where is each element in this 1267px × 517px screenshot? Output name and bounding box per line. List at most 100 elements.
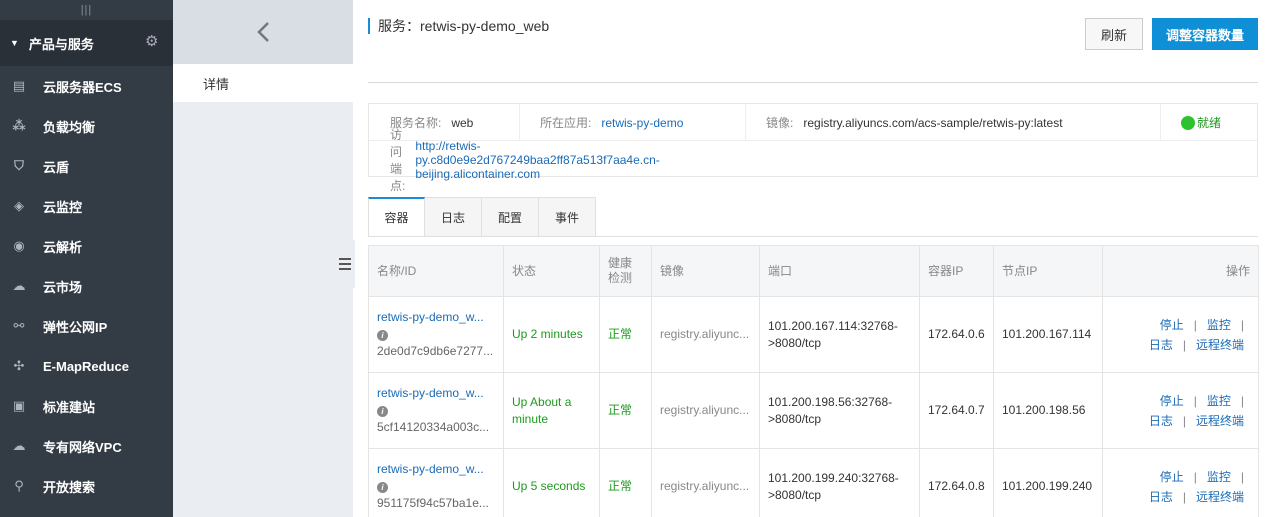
sidebar: ||| ▼ 产品与服务 ⚙ ▤ 云服务器ECS ⁂ 负载均衡 ⛉ 云盾 ◈ 云监控 ◉ 云解析 ☁ 云… (0, 0, 173, 517)
container-status: Up 5 seconds (512, 479, 586, 493)
service-name-value: web (451, 115, 474, 130)
caret-down-icon: ▼ (10, 38, 19, 48)
node-ip: 101.200.199.240 (1002, 479, 1093, 493)
sidebar-item-label: 负载均衡 (43, 119, 96, 135)
remote-terminal-link[interactable]: 远程终端 (1196, 490, 1244, 504)
subnav-collapse-toggle[interactable] (335, 240, 355, 288)
info-icon[interactable]: i (377, 482, 388, 493)
table-row: retwis-py-demo_w... i 5cf14120334a003c... U… (368, 372, 1259, 449)
menu-icon (339, 258, 351, 270)
separator: | (1193, 469, 1197, 484)
separator: | (1240, 393, 1244, 408)
container-name-cell: retwis-py-demo_w...i 2de0d7c9db6e7277... (368, 296, 504, 373)
container-name-link[interactable]: retwis-py-demo_w... (377, 461, 503, 478)
main-content: 服务：retwis-py-demo_web 刷新 调整容器数量 服务名称: we… (368, 0, 1259, 517)
node-ip-cell: 101.200.198.56 (993, 372, 1103, 449)
sidebar-item-2[interactable]: ⛉ 云盾 (0, 146, 173, 186)
sidebar-item-9[interactable]: ☁ 专有网络VPC (0, 426, 173, 466)
stop-link[interactable]: 停止 (1160, 470, 1184, 484)
image-label: 镜像: (766, 116, 794, 130)
log-link[interactable]: 日志 (1149, 414, 1173, 428)
container-name-link[interactable]: retwis-py-demo_w... (377, 385, 503, 402)
sidebar-item-0[interactable]: ▤ 云服务器ECS (0, 66, 173, 106)
separator: | (1193, 317, 1197, 332)
container-name-link[interactable]: retwis-py-demo_w... (377, 309, 503, 326)
status-cell: Up 2 minutes (503, 296, 600, 373)
health-status: 正常 (608, 327, 633, 341)
health-status: 正常 (608, 479, 633, 493)
container-status: Up About a minute (512, 394, 572, 426)
col-actions: 操作 (1102, 245, 1259, 297)
divider (368, 82, 1258, 83)
back-button[interactable] (173, 0, 353, 64)
table-header-row: 名称/ID 状态 健康检测 镜像 端口 容器IP 节点IP 操作 (368, 245, 1259, 297)
image-cell: registry.aliyunc... (651, 296, 760, 373)
tab-config[interactable]: 配置 (482, 197, 539, 237)
scale-containers-button[interactable]: 调整容器数量 (1152, 18, 1258, 50)
health-status: 正常 (608, 403, 633, 417)
container-image: registry.aliyunc... (660, 479, 750, 493)
col-name-id: 名称/ID (368, 245, 504, 297)
sidebar-item-4[interactable]: ◉ 云解析 (0, 226, 173, 266)
container-status: Up 2 minutes (512, 327, 583, 341)
tab-events[interactable]: 事件 (539, 197, 596, 237)
stop-link[interactable]: 停止 (1160, 318, 1184, 332)
load-balancer-icon: ⁂ (12, 118, 26, 133)
stop-link[interactable]: 停止 (1160, 394, 1184, 408)
image-cell: registry.aliyunc... (651, 372, 760, 449)
shield-icon: ⛉ (14, 158, 24, 173)
containers-table: 名称/ID 状态 健康检测 镜像 端口 容器IP 节点IP 操作 retwis-py-demo… (368, 245, 1259, 517)
monitor-link[interactable]: 监控 (1207, 470, 1231, 484)
col-node-ip: 节点IP (993, 245, 1103, 297)
sidebar-item-1[interactable]: ⁂ 负载均衡 (0, 106, 173, 146)
sidebar-item-10[interactable]: ⚲ 开放搜索 (0, 466, 173, 506)
sidebar-header[interactable]: ▼ 产品与服务 ⚙ (0, 20, 173, 66)
info-icon[interactable]: i (377, 406, 388, 417)
col-status: 状态 (503, 245, 600, 297)
application-label: 所在应用: (540, 116, 592, 130)
dns-icon: ◉ (13, 238, 25, 253)
endpoint-link[interactable]: http://retwis-py.c8d0e9e2d767249baa2ff87… (415, 139, 659, 181)
application-link[interactable]: retwis-py-demo (601, 116, 683, 130)
tab-containers[interactable]: 容器 (368, 197, 425, 237)
service-info-row-1: 服务名称: web 所在应用: retwis-py-demo 镜像: regis… (369, 104, 1257, 141)
gear-icon[interactable]: ⚙ (145, 34, 161, 50)
separator: | (1193, 393, 1197, 408)
sidebar-collapse-handle[interactable]: ||| (0, 0, 173, 20)
server-icon: ▤ (12, 78, 26, 93)
col-image: 镜像 (651, 245, 760, 297)
monitor-link[interactable]: 监控 (1207, 394, 1231, 408)
divider (519, 104, 520, 141)
sidebar-item-7[interactable]: ✣ E-MapReduce (0, 346, 173, 386)
status-cell: Up About a minute (503, 372, 600, 449)
table-row: retwis-py-demo_w... i 951175f94c57ba1e... U… (368, 448, 1259, 517)
cloud-vpc-icon: ☁ (12, 438, 26, 453)
monitor-link[interactable]: 监控 (1207, 318, 1231, 332)
remote-terminal-link[interactable]: 远程终端 (1196, 338, 1244, 352)
page-title: 服务：retwis-py-demo_web (368, 16, 549, 36)
refresh-button[interactable]: 刷新 (1085, 18, 1143, 50)
container-ip: 172.64.0.7 (928, 403, 985, 417)
sidebar-header-label: 产品与服务 (28, 36, 94, 52)
sidebar-item-label: 云盾 (43, 159, 70, 175)
remote-terminal-link[interactable]: 远程终端 (1196, 414, 1244, 428)
info-icon[interactable]: i (377, 330, 388, 341)
sub-navigation: 详情 (173, 0, 353, 517)
tab-bar: 容器 日志 配置 事件 (368, 197, 596, 237)
sidebar-item-label: 云解析 (43, 239, 83, 255)
sidebar-item-6[interactable]: ⚯ 弹性公网IP (0, 306, 173, 346)
log-link[interactable]: 日志 (1149, 490, 1173, 504)
tab-logs[interactable]: 日志 (425, 197, 482, 237)
subnav-item-details[interactable]: 详情 (173, 64, 353, 102)
search-icon: ⚲ (14, 478, 24, 493)
node-ip: 101.200.198.56 (1002, 403, 1086, 417)
container-id: 2de0d7c9db6e7277... (377, 344, 494, 358)
sidebar-item-8[interactable]: ▣ 标准建站 (0, 386, 173, 426)
chevron-left-icon (257, 22, 269, 42)
port-cell: 101.200.198.56:32768->8080/tcp (759, 372, 920, 449)
col-container-ip: 容器IP (919, 245, 994, 297)
log-link[interactable]: 日志 (1149, 338, 1173, 352)
sidebar-item-3[interactable]: ◈ 云监控 (0, 186, 173, 226)
sidebar-item-label: E-MapReduce (43, 358, 129, 374)
sidebar-item-5[interactable]: ☁ 云市场 (0, 266, 173, 306)
